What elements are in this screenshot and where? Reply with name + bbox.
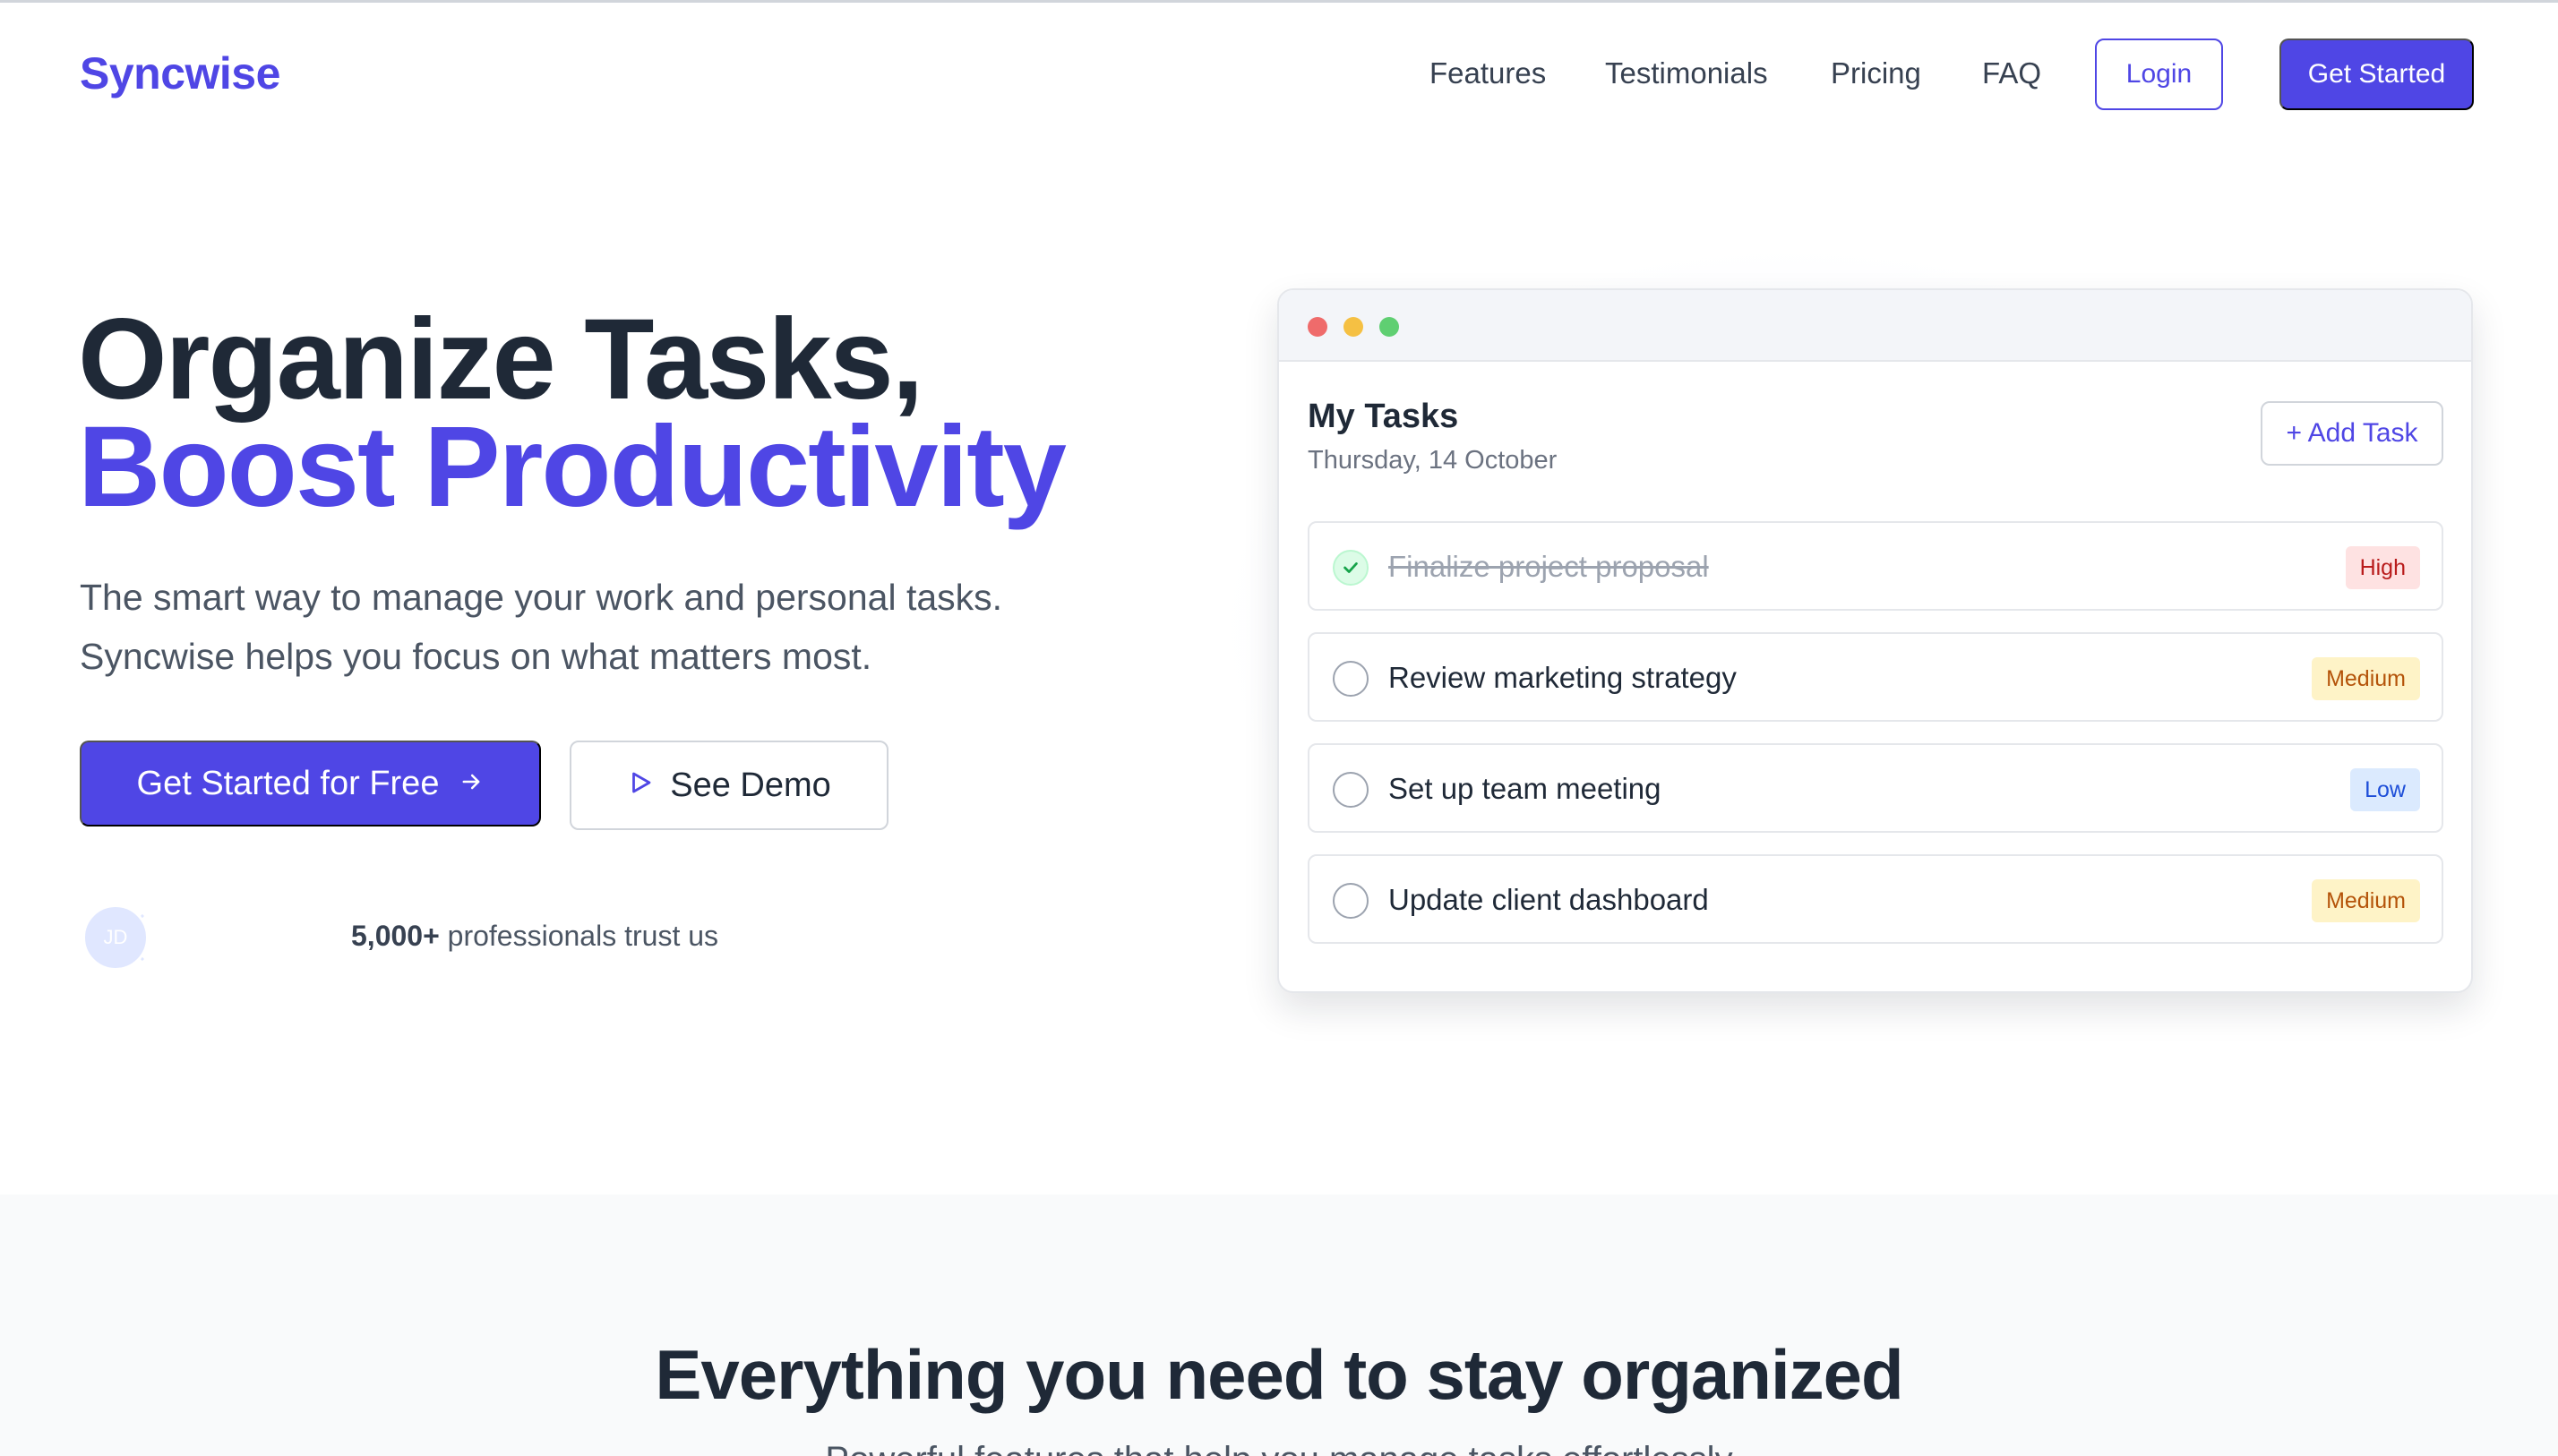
hero-subtitle-line1: The smart way to manage your work and pe… bbox=[80, 577, 1003, 618]
avatar: JD bbox=[82, 904, 149, 971]
task-checkbox[interactable] bbox=[1333, 661, 1369, 697]
features-title: Everything you need to stay organized bbox=[655, 1335, 1903, 1414]
task-row[interactable]: Finalize project proposal High bbox=[1308, 521, 2443, 611]
hero-subtitle: The smart way to manage your work and pe… bbox=[80, 568, 1199, 686]
hero-title-line1: Organize Tasks, bbox=[78, 295, 923, 424]
nav-link-testimonials[interactable]: Testimonials bbox=[1605, 56, 1768, 90]
get-started-button[interactable]: Get Started bbox=[2279, 39, 2474, 110]
priority-badge: Medium bbox=[2312, 879, 2420, 922]
trust-label: professionals trust us bbox=[439, 920, 719, 952]
login-button[interactable]: Login bbox=[2095, 39, 2223, 110]
nav-link-features[interactable]: Features bbox=[1429, 56, 1546, 90]
task-row[interactable]: Review marketing strategy Medium bbox=[1308, 632, 2443, 722]
arrow-right-icon bbox=[459, 765, 484, 803]
my-tasks-date: Thursday, 14 October bbox=[1308, 446, 1558, 475]
see-demo-label: See Demo bbox=[670, 766, 831, 804]
task-label: Review marketing strategy bbox=[1388, 661, 1737, 694]
features-section bbox=[0, 1195, 2558, 1456]
task-label: Update client dashboard bbox=[1388, 883, 1709, 916]
see-demo-button[interactable]: See Demo bbox=[570, 741, 888, 830]
priority-badge: Low bbox=[2350, 768, 2420, 811]
nav-link-pricing[interactable]: Pricing bbox=[1831, 56, 1921, 90]
task-row[interactable]: Set up team meeting Low bbox=[1308, 743, 2443, 833]
window-minimize-dot bbox=[1343, 317, 1363, 337]
task-checked-icon[interactable] bbox=[1333, 550, 1369, 586]
app-preview-window: My Tasks Thursday, 14 October + Add Task… bbox=[1277, 288, 2473, 993]
task-checkbox[interactable] bbox=[1333, 883, 1369, 919]
task-row[interactable]: Update client dashboard Medium bbox=[1308, 854, 2443, 944]
my-tasks-title: My Tasks bbox=[1308, 398, 1459, 435]
features-subtitle: Powerful features that help you manage t… bbox=[0, 1440, 2558, 1456]
hero-title-line2: Boost Productivity bbox=[78, 403, 1067, 531]
nav-link-faq[interactable]: FAQ bbox=[1982, 56, 2041, 90]
logo[interactable]: Syncwise bbox=[80, 47, 280, 99]
hero-subtitle-line2: Syncwise helps you focus on what matters… bbox=[80, 636, 872, 677]
check-icon bbox=[1343, 562, 1358, 573]
play-icon bbox=[627, 767, 654, 805]
priority-badge: High bbox=[2345, 546, 2420, 589]
add-task-button[interactable]: + Add Task bbox=[2261, 401, 2443, 466]
trust-count: 5,000+ bbox=[351, 920, 440, 952]
get-started-free-label: Get Started for Free bbox=[136, 764, 440, 802]
task-label: Finalize project proposal bbox=[1388, 550, 1709, 583]
task-label: Set up team meeting bbox=[1388, 772, 1661, 805]
navbar: Syncwise Features Testimonials Pricing F… bbox=[0, 3, 2558, 146]
priority-badge: Medium bbox=[2312, 657, 2420, 700]
window-close-dot bbox=[1308, 317, 1327, 337]
task-checkbox[interactable] bbox=[1333, 772, 1369, 808]
window-maximize-dot bbox=[1379, 317, 1399, 337]
get-started-free-button[interactable]: Get Started for Free bbox=[80, 741, 541, 826]
trust-text: 5,000+ professionals trust us bbox=[351, 920, 718, 953]
window-titlebar bbox=[1279, 290, 2471, 362]
